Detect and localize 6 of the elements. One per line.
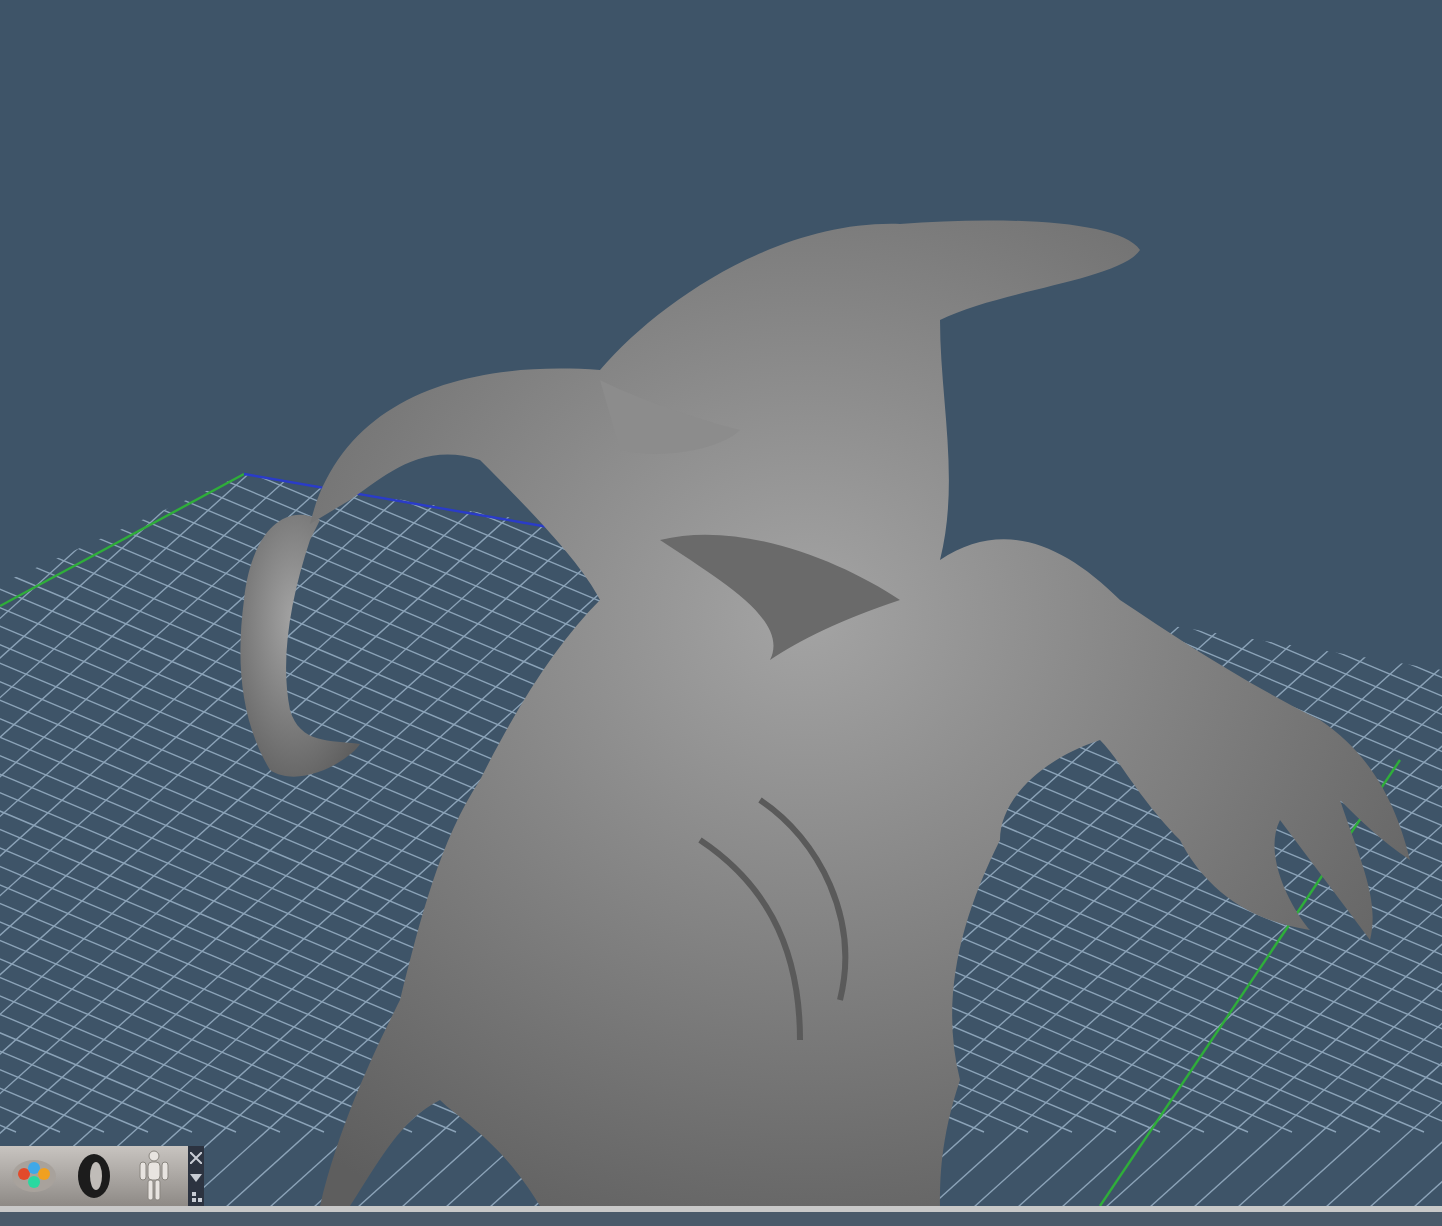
tire-icon	[76, 1152, 112, 1200]
caret-icon[interactable]	[190, 1173, 202, 1181]
figure-icon	[134, 1150, 174, 1202]
grip-icon[interactable]	[191, 1191, 201, 1201]
palette-icon	[10, 1158, 58, 1194]
close-icon[interactable]	[190, 1151, 202, 1163]
